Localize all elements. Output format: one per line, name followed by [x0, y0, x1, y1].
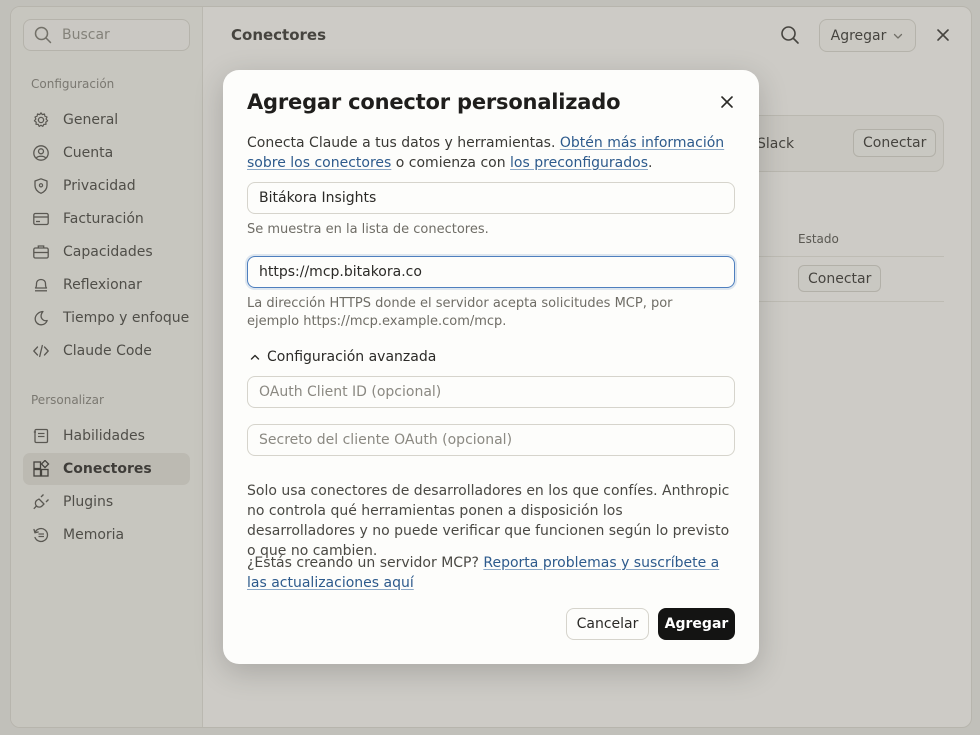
mcp-server-note: ¿Estás creando un servidor MCP? Reporta …	[247, 553, 731, 593]
url-hint: La dirección HTTPS donde el servidor ace…	[247, 296, 673, 329]
cancel-button[interactable]: Cancelar	[566, 608, 649, 640]
add-custom-connector-dialog: Agregar conector personalizado Conecta C…	[223, 70, 759, 664]
connector-url-input[interactable]	[247, 256, 735, 288]
chevron-up-icon	[250, 354, 260, 360]
oauth-client-id-input[interactable]	[247, 376, 735, 408]
add-button[interactable]: Agregar	[658, 608, 735, 640]
intro-text: Conecta Claude a tus datos y herramienta…	[247, 135, 556, 151]
mcp-text: ¿Estás creando un servidor MCP?	[247, 555, 479, 571]
preconfigured-link[interactable]: los preconfigurados	[510, 155, 648, 171]
close-icon[interactable]	[720, 95, 734, 109]
advanced-settings-label: Configuración avanzada	[267, 349, 437, 365]
advanced-settings-toggle[interactable]: Configuración avanzada	[249, 349, 436, 365]
connector-name-input[interactable]	[247, 182, 735, 214]
intro-mid-text: o comienza con	[395, 155, 506, 171]
name-hint: Se muestra en la lista de conectores.	[247, 222, 489, 237]
dialog-intro: Conecta Claude a tus datos y herramienta…	[247, 133, 739, 173]
trust-warning: Solo usa conectores de desarrolladores e…	[247, 483, 730, 559]
oauth-client-secret-input[interactable]	[247, 424, 735, 456]
dialog-title: Agregar conector personalizado	[247, 90, 621, 114]
intro-end: .	[648, 155, 653, 171]
